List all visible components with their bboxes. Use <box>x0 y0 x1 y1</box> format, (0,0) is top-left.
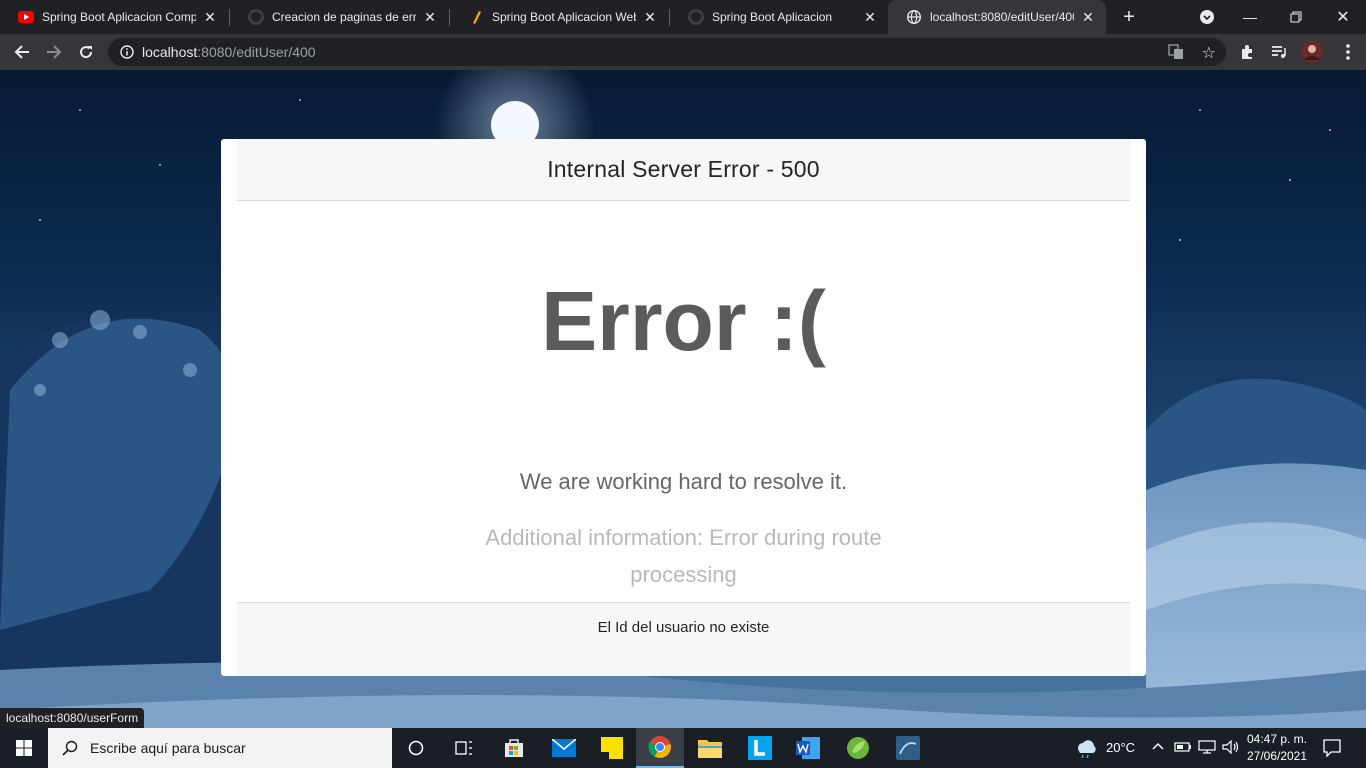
lms-l-icon[interactable] <box>736 728 784 768</box>
tab-spring-web[interactable]: Spring Boot Aplicacion Web P ✕ <box>450 0 668 34</box>
restore-icon <box>1290 11 1302 23</box>
footer-message: El Id del usuario no existe <box>597 619 770 636</box>
store-icon[interactable] <box>490 728 538 768</box>
address-bar[interactable]: localhost:8080/editUser/400 ☆ <box>108 38 1226 66</box>
close-icon[interactable]: ✕ <box>202 9 218 25</box>
volume-icon[interactable] <box>1222 739 1240 759</box>
new-tab-button[interactable]: + <box>1114 0 1144 34</box>
clock-date: 27/06/2021 <box>1246 749 1308 763</box>
card-header: Internal Server Error - 500 <box>237 139 1130 201</box>
tab-search-button[interactable] <box>1194 0 1220 34</box>
translate-icon[interactable] <box>1168 44 1184 65</box>
error-additional-info: Additional information: Error during rou… <box>485 525 882 587</box>
arrow-right-icon <box>47 45 62 59</box>
media-control-icon[interactable] <box>1265 38 1293 66</box>
sticky-notes-icon[interactable] <box>588 728 636 768</box>
chevron-down-icon <box>1200 10 1214 24</box>
tab-title: Creacion de paginas de error <box>272 10 416 24</box>
taskbar-search-box[interactable]: Escribe aquí para buscar <box>48 728 392 768</box>
search-icon <box>62 740 78 756</box>
mysql-workbench-icon[interactable] <box>884 728 932 768</box>
extensions-icon[interactable] <box>1233 38 1261 66</box>
notifications-icon[interactable] <box>1322 738 1342 763</box>
status-bar-link: localhost:8080/userForm <box>0 708 145 728</box>
info-icon[interactable] <box>120 45 134 59</box>
tab-title: Spring Boot Aplicacion <box>712 10 833 24</box>
card-footer: El Id del usuario no existe <box>237 602 1130 676</box>
weather-icon[interactable] <box>1074 738 1098 763</box>
url-text: localhost:8080/editUser/400 <box>142 44 316 60</box>
page-viewport: Internal Server Error - 500 Error :( We … <box>0 70 1366 728</box>
youtube-icon <box>18 9 34 25</box>
back-button[interactable] <box>8 38 36 66</box>
github-icon <box>688 9 704 25</box>
windows-taskbar: Escribe aquí para buscar 20°C 04:47 p. m… <box>0 728 1366 768</box>
tab-title: Spring Boot Aplicacion Web P <box>492 10 636 24</box>
taskbar-clock[interactable]: 04:47 p. m. 27/06/2021 <box>1244 731 1310 765</box>
arrow-left-icon <box>14 45 29 59</box>
forward-button[interactable] <box>40 38 68 66</box>
page-title: Internal Server Error - 500 <box>547 156 820 182</box>
tab-title: Spring Boot Aplicacion Comp <box>42 10 196 24</box>
weather-temperature[interactable]: 20°C <box>1106 740 1135 755</box>
chrome-icon[interactable] <box>636 728 684 768</box>
url-host: localhost <box>142 44 198 60</box>
close-icon[interactable]: ✕ <box>862 9 878 25</box>
chevron-up-icon[interactable] <box>1152 740 1164 754</box>
tab-localhost-active[interactable]: localhost:8080/editUser/400 ✕ <box>888 0 1106 34</box>
start-button[interactable] <box>0 728 48 768</box>
battery-icon[interactable] <box>1174 740 1192 759</box>
clock-time: 04:47 p. m. <box>1246 732 1308 746</box>
network-icon[interactable] <box>1198 740 1216 759</box>
task-view-icon[interactable] <box>440 728 488 768</box>
restore-button[interactable] <box>1274 0 1318 34</box>
word-icon[interactable] <box>784 728 832 768</box>
spring-tools-icon[interactable] <box>834 728 882 768</box>
close-window-button[interactable]: ✕ <box>1320 0 1366 34</box>
github-icon <box>248 9 264 25</box>
tab-title: localhost:8080/editUser/400 <box>930 10 1074 24</box>
browser-toolbar: localhost:8080/editUser/400 ☆ <box>0 34 1366 70</box>
avatar[interactable] <box>1298 38 1326 66</box>
close-icon[interactable]: ✕ <box>422 9 438 25</box>
star-icon[interactable]: ☆ <box>1202 43 1216 63</box>
tab-youtube[interactable]: Spring Boot Aplicacion Comp ✕ <box>0 0 228 34</box>
close-icon[interactable]: ✕ <box>1080 9 1096 25</box>
tab-strip: Spring Boot Aplicacion Comp ✕ Creacion d… <box>0 0 1366 34</box>
url-path: :8080/editUser/400 <box>197 44 316 60</box>
error-heading: Error :( <box>541 274 826 368</box>
error-card: Internal Server Error - 500 Error :( We … <box>221 139 1146 676</box>
error-subtitle: We are working hard to resolve it. <box>519 469 848 494</box>
globe-icon <box>906 9 922 25</box>
windows-icon <box>16 740 32 756</box>
reload-icon <box>80 46 93 59</box>
pencil-icon <box>468 9 484 25</box>
search-placeholder: Escribe aquí para buscar <box>90 740 246 756</box>
tab-spring-app[interactable]: Spring Boot Aplicacion ✕ <box>670 0 888 34</box>
close-icon[interactable]: ✕ <box>642 9 658 25</box>
tab-github-error-pages[interactable]: Creacion de paginas de error ✕ <box>230 0 448 34</box>
minimize-button[interactable]: — <box>1228 0 1272 34</box>
cortana-icon[interactable] <box>392 728 440 768</box>
mail-icon[interactable] <box>540 728 588 768</box>
reload-button[interactable] <box>72 38 100 66</box>
file-explorer-icon[interactable] <box>686 728 734 768</box>
menu-icon[interactable] <box>1334 38 1362 66</box>
